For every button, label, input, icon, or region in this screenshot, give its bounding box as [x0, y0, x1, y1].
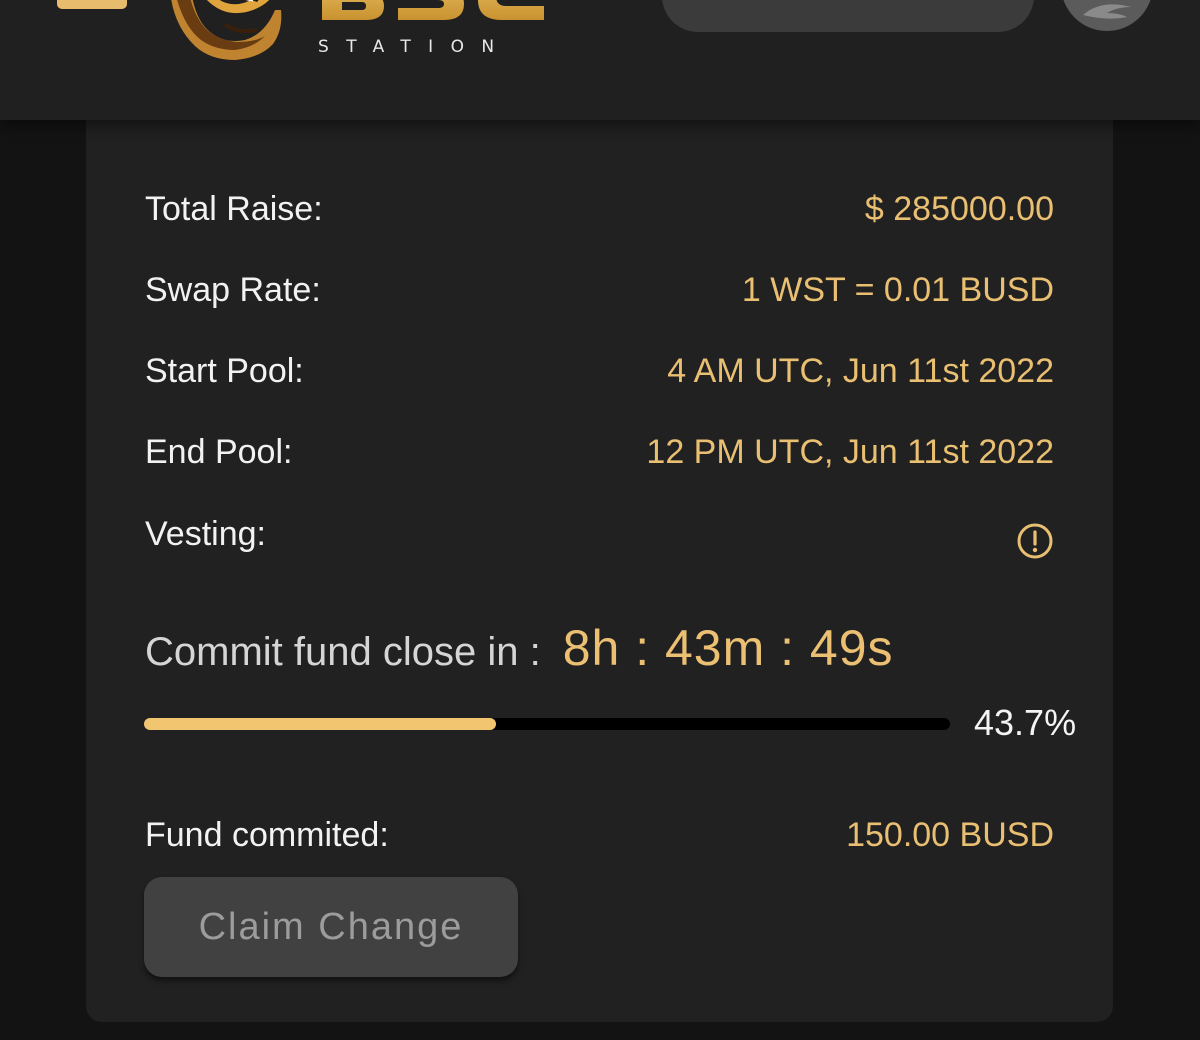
- start-pool-value: 4 AM UTC, Jun 11st 2022: [667, 351, 1054, 390]
- swap-rate-label: Swap Rate:: [145, 270, 321, 309]
- info-circle-icon[interactable]: [1016, 522, 1054, 560]
- countdown-label: Commit fund close in :: [145, 630, 541, 674]
- countdown: Commit fund close in : 8h : 43m : 49s: [145, 619, 894, 679]
- fund-committed-row: Fund commited: 150.00 BUSD: [145, 815, 1054, 855]
- claim-change-button[interactable]: Claim Change: [144, 877, 518, 977]
- end-pool-label: End Pool:: [145, 432, 293, 471]
- fund-committed-label: Fund commited:: [145, 815, 389, 854]
- hamburger-menu-icon[interactable]: [57, 0, 127, 9]
- countdown-timer: 8h : 43m : 49s: [562, 620, 894, 676]
- wallet-button[interactable]: [662, 0, 1034, 32]
- total-raise-row: Total Raise: $ 285000.00: [145, 189, 1054, 229]
- ido-pool-page: STATION Total Raise: $ 285000.00 Swap Ra…: [0, 0, 1200, 1040]
- logo-subtitle: STATION: [318, 37, 512, 57]
- user-avatar-icon: [1083, 4, 1131, 19]
- bull-mascot-logo-icon[interactable]: [165, 0, 285, 62]
- top-header: STATION: [0, 0, 1200, 120]
- avatar[interactable]: [1061, 0, 1153, 31]
- progress-bar: [144, 718, 950, 730]
- progress-bar-fill: [144, 718, 497, 730]
- start-pool-label: Start Pool:: [145, 351, 304, 390]
- end-pool-value: 12 PM UTC, Jun 11st 2022: [646, 432, 1054, 471]
- pool-details-card: Total Raise: $ 285000.00 Swap Rate: 1 WS…: [86, 100, 1113, 1022]
- swap-rate-value: 1 WST = 0.01 BUSD: [741, 270, 1054, 309]
- progress-percent: 43.7%: [974, 702, 1077, 743]
- vesting-row: Vesting:: [145, 514, 1054, 559]
- start-pool-row: Start Pool: 4 AM UTC, Jun 11st 2022: [145, 351, 1054, 391]
- bsc-logo-wordmark-icon: [322, 0, 544, 20]
- swap-rate-row: Swap Rate: 1 WST = 0.01 BUSD: [145, 270, 1054, 310]
- total-raise-label: Total Raise:: [145, 189, 323, 228]
- vesting-label: Vesting:: [145, 514, 266, 553]
- fund-committed-value: 150.00 BUSD: [846, 815, 1054, 854]
- total-raise-value: $ 285000.00: [864, 189, 1054, 228]
- end-pool-row: End Pool: 12 PM UTC, Jun 11st 2022: [145, 432, 1054, 472]
